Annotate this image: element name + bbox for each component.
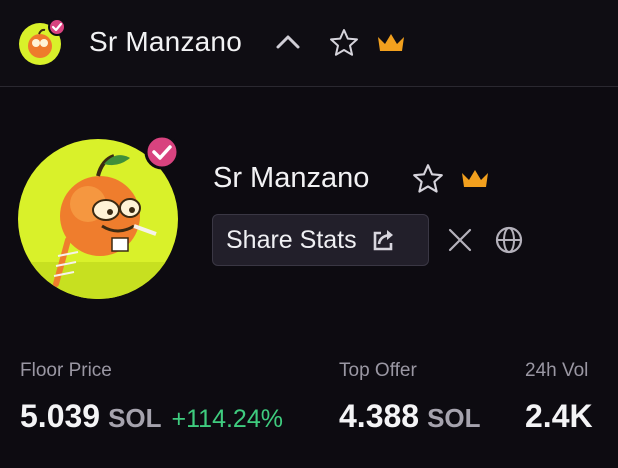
crown-icon <box>462 170 488 187</box>
share-stats-button[interactable]: Share Stats <box>212 214 429 266</box>
chevron-up-icon[interactable] <box>274 32 302 52</box>
share-stats-label: Share Stats <box>226 225 357 254</box>
collection-avatar <box>18 134 180 299</box>
volume-value: 2.4K <box>525 398 593 434</box>
top-offer-label: Top Offer <box>339 360 417 381</box>
x-icon[interactable] <box>447 227 473 253</box>
globe-icon[interactable] <box>494 225 524 255</box>
collection-header-bar: Sr Manzano <box>0 0 618 87</box>
top-offer-value-group: 4.388 SOL <box>339 398 481 435</box>
header-collection-name: Sr Manzano <box>89 26 242 57</box>
floor-price-unit: SOL <box>108 403 162 433</box>
crown-icon <box>378 34 404 51</box>
collection-name: Sr Manzano <box>213 162 370 194</box>
top-offer-value: 4.388 <box>339 398 420 434</box>
collection-avatar-small[interactable] <box>18 18 66 66</box>
top-offer-unit: SOL <box>427 403 481 433</box>
floor-price-change: +114.24% <box>171 405 283 433</box>
star-icon[interactable] <box>411 162 445 196</box>
floor-price-value-group: 5.039 SOL +114.24% <box>20 398 283 435</box>
floor-price-value: 5.039 <box>20 398 101 434</box>
floor-price-label: Floor Price <box>20 360 112 381</box>
star-icon[interactable] <box>328 27 360 59</box>
volume-label: 24h Vol <box>525 360 589 381</box>
share-icon <box>373 230 393 251</box>
